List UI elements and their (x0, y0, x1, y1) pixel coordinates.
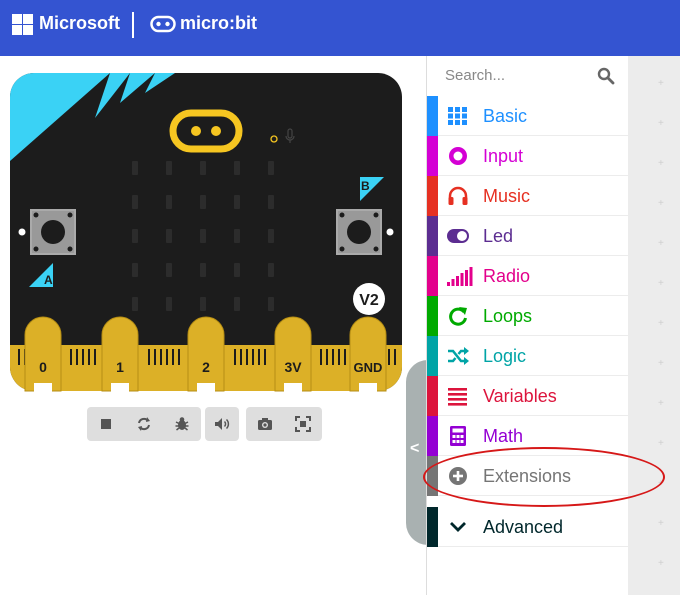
capture-group (246, 407, 322, 441)
highlight-ellipse (423, 447, 665, 507)
button-b[interactable] (336, 209, 382, 255)
button-a[interactable] (30, 209, 76, 255)
category-color-stripe (427, 376, 438, 416)
category-label: Music (483, 186, 531, 206)
audio-group (205, 407, 239, 441)
category-color-stripe (427, 256, 438, 296)
category-variables[interactable]: Variables (427, 376, 628, 416)
category-advanced[interactable]: Advanced (427, 507, 628, 547)
toggle-icon (447, 229, 469, 243)
category-radio[interactable]: Radio (427, 256, 628, 296)
stop-icon (101, 419, 111, 429)
category-input[interactable]: Input (427, 136, 628, 176)
pin-0[interactable]: 0 (24, 316, 62, 393)
category-color-stripe (427, 416, 438, 456)
category-loops[interactable]: Loops (427, 296, 628, 336)
signal-bars-icon (447, 267, 473, 286)
pin-2[interactable]: 2 (187, 316, 225, 393)
category-label: Led (483, 226, 514, 246)
brand-label[interactable]: Microsoft (39, 13, 120, 34)
calculator-icon (450, 426, 466, 446)
category-color-stripe (427, 176, 438, 216)
fullscreen-icon (295, 416, 311, 432)
category-basic[interactable]: Basic (427, 96, 628, 136)
toolbox: Basic Input Music Led Radio Loops Logic … (426, 56, 628, 595)
simulator-controls-group (87, 407, 201, 441)
category-logic[interactable]: Logic (427, 336, 628, 376)
header-bar: Microsoft micro:bit (0, 0, 680, 56)
restart-icon (138, 417, 150, 431)
screenshot-button[interactable] (246, 407, 284, 441)
category-label: Variables (483, 386, 557, 406)
board-version-badge: V2 (359, 292, 379, 309)
category-color-stripe (427, 96, 438, 136)
category-label: Loops (483, 306, 533, 326)
chevron-left-icon: < (410, 440, 420, 457)
pin-1-label: 1 (116, 359, 124, 375)
speaker-icon (215, 418, 230, 430)
category-label: Basic (483, 106, 528, 126)
microbit-board[interactable]: A B V2 0 1 2 3V GND (10, 73, 402, 393)
blocks-workspace[interactable]: + + + + + + + + + + + + + (628, 56, 680, 595)
pin-1[interactable]: 1 (101, 316, 139, 393)
search-icon[interactable] (597, 67, 615, 85)
category-color-stripe (427, 136, 438, 176)
microsoft-logo-icon[interactable] (12, 14, 33, 35)
pin-3v-label: 3V (284, 359, 302, 375)
pin-gnd[interactable]: GND (349, 316, 387, 393)
search-input[interactable] (443, 66, 597, 85)
category-label: Logic (483, 346, 527, 366)
category-label: Math (483, 426, 524, 446)
target-icon (449, 147, 467, 165)
pin-3v[interactable]: 3V (274, 316, 312, 393)
stop-button[interactable] (87, 407, 125, 441)
fullscreen-button[interactable] (284, 407, 322, 441)
refresh-icon (449, 307, 467, 326)
restart-button[interactable] (125, 407, 163, 441)
microbit-logo-icon[interactable] (150, 15, 176, 33)
button-a-label: A (44, 273, 53, 287)
pin-0-label: 0 (39, 359, 47, 375)
category-music[interactable]: Music (427, 176, 628, 216)
camera-icon (258, 418, 272, 430)
header-divider (132, 12, 134, 38)
lines-icon (448, 388, 467, 406)
product-label[interactable]: micro:bit (180, 13, 257, 34)
category-color-stripe (427, 336, 438, 376)
shuffle-icon (448, 347, 469, 365)
mute-button[interactable] (203, 407, 241, 441)
debug-icon (175, 417, 189, 431)
toolbox-search (427, 56, 628, 96)
pin-2-label: 2 (202, 359, 210, 375)
collapse-simulator-button[interactable]: < (406, 360, 428, 545)
category-led[interactable]: Led (427, 216, 628, 256)
debug-button[interactable] (163, 407, 201, 441)
category-color-stripe (427, 296, 438, 336)
category-color-stripe (427, 507, 438, 547)
category-color-stripe (427, 216, 438, 256)
chevron-down-icon (450, 522, 466, 532)
grid-icon (448, 107, 467, 125)
button-b-label: B (361, 179, 370, 193)
pin-gnd-label: GND (354, 360, 383, 375)
headphones-icon (448, 186, 468, 205)
category-label: Radio (483, 266, 531, 286)
category-label: Input (483, 146, 524, 166)
category-label: Advanced (483, 517, 564, 537)
